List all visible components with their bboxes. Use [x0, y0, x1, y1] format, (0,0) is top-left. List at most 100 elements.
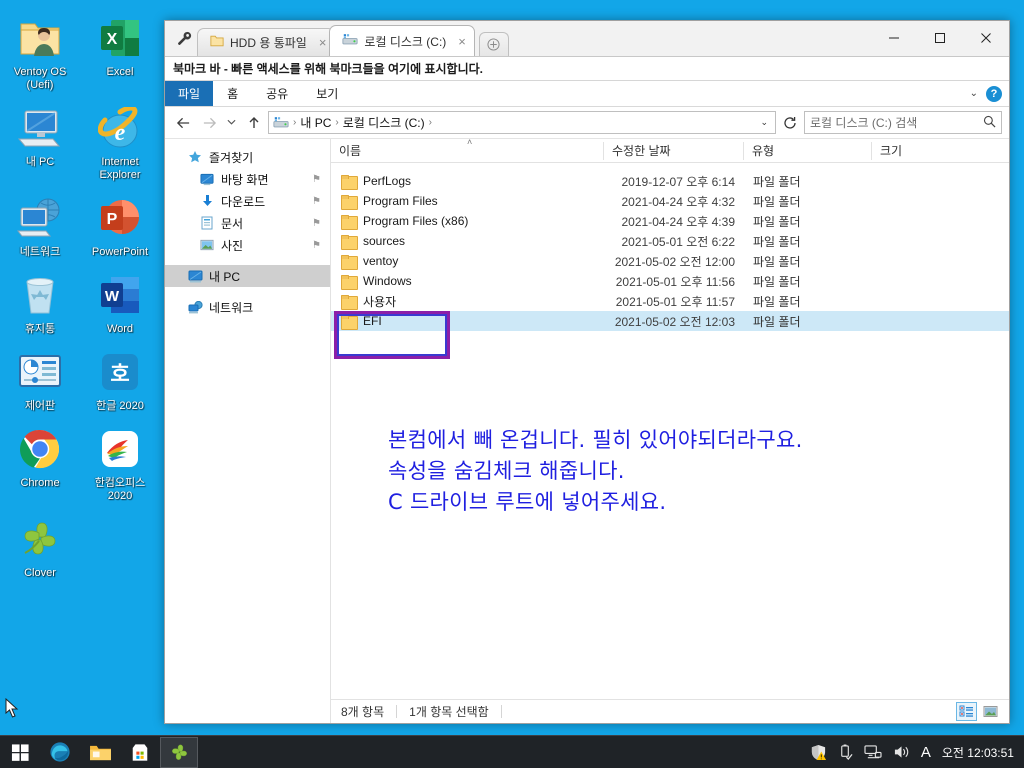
tab-close-icon[interactable]: ×	[458, 35, 466, 48]
start-icon[interactable]	[0, 736, 40, 768]
microsoft-store-icon[interactable]	[120, 736, 160, 768]
volume-icon[interactable]	[893, 744, 910, 760]
status-divider	[500, 705, 502, 718]
svg-text:e: e	[115, 120, 126, 146]
desktop-icon-internet-explorer[interactable]: e Internet Explorer	[80, 94, 160, 184]
desktop-icon-powerpoint[interactable]: P PowerPoint	[80, 184, 160, 261]
ribbon-tab-file[interactable]: 파일	[165, 81, 214, 106]
up-button[interactable]	[242, 111, 266, 135]
desktop-icon-hancom-office-2020[interactable]: 한컴오피스 2020	[80, 415, 160, 505]
breadcrumb-separator[interactable]: ›	[334, 117, 339, 128]
pin-icon[interactable]: ⚑	[312, 196, 321, 207]
breadcrumb-item-this-pc[interactable]: 내 PC	[300, 114, 331, 131]
file-type: 파일 폴더	[753, 254, 801, 269]
ime-indicator[interactable]: A	[921, 744, 931, 761]
svg-text:W: W	[105, 288, 120, 305]
desktop-icon-control-panel[interactable]: 제어판	[0, 338, 80, 415]
ribbon-tab-home[interactable]: 홈	[213, 81, 252, 106]
table-row[interactable]: sources 2021-05-01 오전 6:22 파일 폴더	[331, 231, 1009, 251]
desktop-icon-network[interactable]: 네트워크	[0, 184, 80, 261]
taskbar-clover-icon[interactable]	[160, 736, 198, 768]
wrench-icon[interactable]	[171, 20, 197, 56]
details-view-button[interactable]	[956, 702, 977, 721]
clover-icon	[0, 513, 80, 565]
file-list-pane[interactable]: ˄ 이름 수정한 날짜 유형 크기 PerfLogs 2019-12-07 오후…	[331, 137, 1009, 723]
nav-item-documents[interactable]: 문서 ⚑	[165, 212, 330, 234]
nav-item-desktop[interactable]: 바탕 화면 ⚑	[165, 168, 330, 190]
breadcrumb-item-local-disk[interactable]: 로컬 디스크 (C:)	[343, 114, 425, 131]
ribbon-tab-view[interactable]: 보기	[302, 81, 352, 106]
nav-group-quick-access[interactable]: 즐겨찾기	[165, 146, 330, 168]
pin-icon[interactable]: ⚑	[312, 174, 321, 185]
desktop-icon-ventoy-os[interactable]: Ventoy OS (Uefi)	[0, 4, 80, 94]
column-headers[interactable]: ˄ 이름 수정한 날짜 유형 크기	[331, 137, 1009, 163]
nav-item-downloads[interactable]: 다운로드 ⚑	[165, 190, 330, 212]
file-explorer-window[interactable]: HDD 용 통파일 × 로컬 디스크 (C:) × 북마크 바 - 빠른 액세스…	[164, 20, 1010, 724]
recent-locations-button[interactable]	[223, 111, 240, 135]
navigation-pane[interactable]: 즐겨찾기 바탕 화면 ⚑ 다운로드 ⚑ 문서 ⚑ 사진 ⚑ 내 PC 네트워크	[165, 139, 331, 723]
refresh-button[interactable]	[778, 111, 802, 135]
breadcrumb-separator[interactable]: ›	[292, 117, 297, 128]
file-name: Program Files (x86)	[363, 214, 469, 228]
table-row[interactable]: ventoy 2021-05-02 오전 12:00 파일 폴더	[331, 251, 1009, 271]
tab-close-icon[interactable]: ×	[319, 36, 327, 49]
table-row[interactable]: Program Files (x86) 2021-04-24 오후 4:39 파…	[331, 211, 1009, 231]
tab-strip[interactable]: HDD 용 통파일 × 로컬 디스크 (C:) ×	[165, 21, 1009, 57]
desktop-icon-excel[interactable]: X Excel	[80, 4, 160, 94]
search-icon[interactable]	[983, 115, 996, 131]
annotation-text: 본컴에서 빼 온겁니다. 필히 있어야되더라구요. 속성을 숨김체크 해줍니다.…	[388, 428, 803, 514]
edge-icon[interactable]	[40, 736, 80, 768]
nav-item-network[interactable]: 네트워크	[165, 296, 330, 318]
desktop-icon-word[interactable]: W Word	[80, 261, 160, 338]
column-header-name[interactable]: ˄ 이름	[331, 137, 603, 160]
help-icon[interactable]: ?	[986, 85, 1002, 102]
recycle-bin-icon	[0, 269, 80, 321]
nav-label: 즐겨찾기	[209, 150, 254, 165]
breadcrumb-separator[interactable]: ›	[428, 117, 433, 128]
back-button[interactable]	[171, 111, 195, 135]
table-row[interactable]: Program Files 2021-04-24 오후 4:32 파일 폴더	[331, 191, 1009, 211]
pin-icon[interactable]: ⚑	[312, 240, 321, 251]
file-type: 파일 폴더	[753, 234, 801, 249]
chevron-down-icon[interactable]: ⌄	[760, 117, 771, 128]
search-input[interactable]: 로컬 디스크 (C:) 검색	[804, 111, 1002, 134]
file-explorer-icon[interactable]	[80, 736, 120, 768]
nav-item-pictures[interactable]: 사진 ⚑	[165, 234, 330, 256]
maximize-button[interactable]	[917, 21, 963, 55]
tab-hdd-file[interactable]: HDD 용 통파일 ×	[197, 28, 336, 56]
minimize-button[interactable]	[871, 21, 917, 55]
mouse-cursor	[5, 697, 19, 723]
table-row[interactable]: EFI 2021-05-02 오전 12:03 파일 폴더	[331, 311, 1009, 331]
desktop-icon-chrome[interactable]: Chrome	[0, 415, 80, 505]
desktop-icon-recycle-bin[interactable]: 휴지통	[0, 261, 80, 338]
forward-button[interactable]	[197, 111, 221, 135]
tab-local-disk-c[interactable]: 로컬 디스크 (C:) ×	[329, 25, 475, 56]
nav-item-this-pc[interactable]: 내 PC	[165, 265, 330, 287]
new-tab-button[interactable]	[478, 32, 509, 56]
usb-eject-icon[interactable]	[838, 744, 853, 761]
breadcrumb[interactable]: › 내 PC › 로컬 디스크 (C:) › ⌄	[268, 111, 776, 134]
close-button[interactable]	[963, 21, 1009, 55]
network-icon[interactable]	[864, 744, 882, 760]
table-row[interactable]: PerfLogs 2019-12-07 오후 6:14 파일 폴더	[331, 171, 1009, 191]
ribbon-menu-bar[interactable]: 파일 홈 공유 보기 ⌄ ?	[165, 81, 1009, 107]
desktop-icon-this-pc[interactable]: 내 PC	[0, 94, 80, 184]
large-icons-view-button[interactable]	[980, 702, 1001, 721]
desktop-icon-hangul-2020[interactable]: 호 한글 2020	[80, 338, 160, 415]
desktop-icon-clover[interactable]: Clover	[0, 505, 80, 582]
ribbon-tab-share[interactable]: 공유	[252, 81, 302, 106]
security-warning-icon[interactable]	[810, 744, 827, 761]
taskbar[interactable]: A 오전 12:03:51	[0, 735, 1024, 768]
table-row[interactable]: Windows 2021-05-01 오후 11:56 파일 폴더	[331, 271, 1009, 291]
column-header-type[interactable]: 유형	[743, 141, 871, 160]
table-row[interactable]: 사용자 2021-05-01 오후 11:57 파일 폴더	[331, 291, 1009, 311]
chevron-down-icon[interactable]: ⌄	[970, 88, 978, 99]
column-header-size[interactable]: 크기	[871, 141, 941, 160]
file-date: 2021-05-01 오전 6:22	[621, 234, 736, 249]
taskbar-clock[interactable]: 오전 12:03:51	[942, 744, 1014, 761]
view-buttons	[956, 702, 1009, 721]
column-header-date-modified[interactable]: 수정한 날짜	[603, 141, 743, 160]
pin-icon[interactable]: ⚑	[312, 218, 321, 229]
address-bar[interactable]: › 내 PC › 로컬 디스크 (C:) › ⌄ 로컬 디스크 (C:) 검색	[165, 107, 1009, 139]
bookmark-bar[interactable]: 북마크 바 - 빠른 액세스를 위해 북마크들을 여기에 표시합니다.	[165, 57, 1009, 81]
